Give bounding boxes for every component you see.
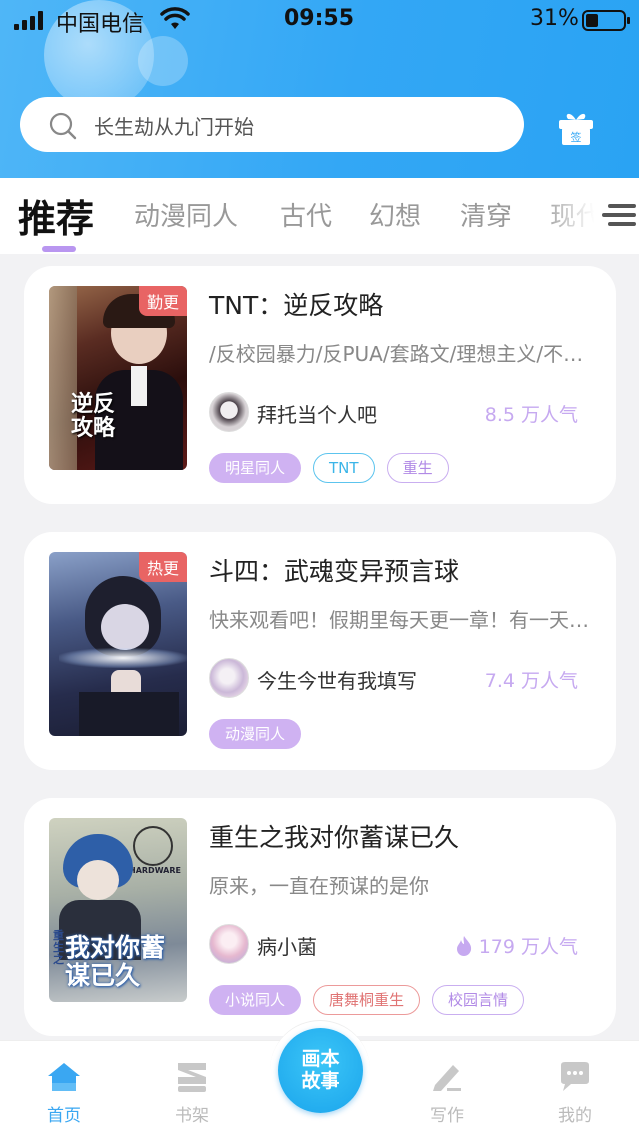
nav-home[interactable]: 首页 — [24, 1061, 104, 1126]
tab-recommend[interactable]: 推荐 — [18, 188, 94, 243]
book-cover[interactable]: 热更 — [49, 552, 187, 736]
gift-checkin-button[interactable]: 签 — [556, 108, 596, 148]
author-avatar[interactable] — [209, 924, 249, 964]
chat-bubble-icon — [561, 1062, 589, 1091]
tag-list: 明星同人 TNT 重生 — [209, 453, 449, 483]
carrier-name: 中国电信 — [56, 12, 145, 37]
book-title[interactable]: 斗四：武魂变异预言球 — [209, 552, 459, 588]
book-cover[interactable]: 逆反攻略 勤更 — [49, 286, 187, 470]
book-description: 快来观看吧！假期里每天更一章！有一天突然多了一章 — [209, 608, 594, 632]
book-title[interactable]: TNT：逆反攻略 — [209, 286, 383, 322]
author-name[interactable]: 病小菌 — [257, 931, 317, 960]
home-icon — [48, 1063, 80, 1091]
status-bar: 中国电信 09:55 31% — [0, 0, 639, 42]
tag[interactable]: 唐舞桐重生 — [313, 985, 421, 1015]
category-tabs: 推荐 动漫同人 古代 幻想 清穿 现代 — [0, 178, 639, 254]
active-tab-indicator — [42, 246, 76, 252]
nav-shelf[interactable]: 书架 — [152, 1061, 232, 1126]
tag[interactable]: TNT — [313, 453, 375, 483]
tab-fantasy[interactable]: 幻想 — [369, 196, 421, 233]
nav-write-label: 写作 — [430, 1106, 464, 1126]
nav-shelf-label: 书架 — [175, 1106, 209, 1126]
book-card[interactable]: HARDWARE 重生之 我对你蓄谋已久 重生之我对你蓄谋已久 原来，一直在预谋… — [24, 798, 616, 1036]
signal-icon — [14, 10, 43, 30]
nav-mine-label: 我的 — [558, 1106, 592, 1126]
author-avatar[interactable] — [209, 392, 249, 432]
cover-brand: HARDWARE — [129, 866, 181, 875]
search-placeholder: 长生劫从九门开始 — [94, 115, 254, 139]
battery-percent: 31% — [530, 6, 579, 31]
cover-title: 我对你蓄谋已久 — [65, 933, 166, 990]
popularity-count: 179 万人气 — [455, 932, 578, 959]
story-center-button[interactable]: 画本 故事 — [278, 1028, 363, 1113]
flame-icon — [456, 935, 471, 956]
tab-ancient[interactable]: 古代 — [280, 196, 332, 233]
tab-qing-transmigration[interactable]: 清穿 — [460, 196, 512, 233]
decorative-bubble — [138, 36, 188, 86]
tag[interactable]: 重生 — [386, 453, 449, 483]
nav-write[interactable]: 写作 — [407, 1061, 487, 1126]
cover-title: 逆反攻略 — [71, 391, 116, 441]
tag[interactable]: 明星同人 — [209, 453, 302, 483]
bookshelf-icon — [178, 1063, 206, 1092]
book-title[interactable]: 重生之我对你蓄谋已久 — [209, 818, 459, 854]
tab-anime-fanfic[interactable]: 动漫同人 — [134, 196, 238, 233]
book-card[interactable]: 逆反攻略 勤更 TNT：逆反攻略 /反校园暴力/反PUA/套路文/理想主义/不虐… — [24, 266, 616, 504]
author-avatar[interactable] — [209, 658, 249, 698]
book-description: 原来，一直在预谋的是你 — [209, 874, 429, 898]
book-card[interactable]: 热更 斗四：武魂变异预言球 快来观看吧！假期里每天更一章！有一天突然多了一章 今… — [24, 532, 616, 770]
nav-home-label: 首页 — [47, 1106, 81, 1126]
nav-mine[interactable]: 我的 — [535, 1061, 615, 1126]
search-icon — [49, 112, 77, 140]
popularity-count: 7.4 万人气 — [484, 670, 578, 692]
category-menu-icon[interactable] — [602, 198, 636, 232]
clock: 09:55 — [284, 6, 355, 31]
center-button-line1: 画本 — [301, 1048, 340, 1070]
author-name[interactable]: 今生今世有我填写 — [257, 665, 417, 694]
header: 中国电信 09:55 31% 长生劫从九门开始 签 — [0, 0, 639, 178]
tag-list: 小说同人 唐舞桐重生 校园言情 — [209, 985, 525, 1015]
book-cover[interactable]: HARDWARE 重生之 我对你蓄谋已久 — [49, 818, 187, 1002]
center-button-line2: 故事 — [301, 1070, 340, 1092]
author-name[interactable]: 拜托当个人吧 — [257, 399, 377, 428]
gift-icon: 签 — [559, 113, 593, 145]
gift-label: 签 — [571, 130, 582, 144]
update-badge: 热更 — [138, 552, 187, 582]
tag[interactable]: 校园言情 — [432, 985, 525, 1015]
update-badge: 勤更 — [138, 286, 187, 316]
popularity-count: 8.5 万人气 — [484, 404, 578, 426]
tag[interactable]: 动漫同人 — [209, 719, 302, 749]
search-bar[interactable]: 长生劫从九门开始 — [20, 97, 524, 152]
tag-list: 动漫同人 — [209, 719, 302, 749]
tag[interactable]: 小说同人 — [209, 985, 302, 1015]
wifi-icon — [160, 7, 190, 29]
pen-icon — [433, 1065, 461, 1091]
battery-icon — [582, 10, 630, 31]
book-description: /反校园暴力/反PUA/套路文/理想主义/不虐主/原创二设 — [209, 342, 594, 366]
